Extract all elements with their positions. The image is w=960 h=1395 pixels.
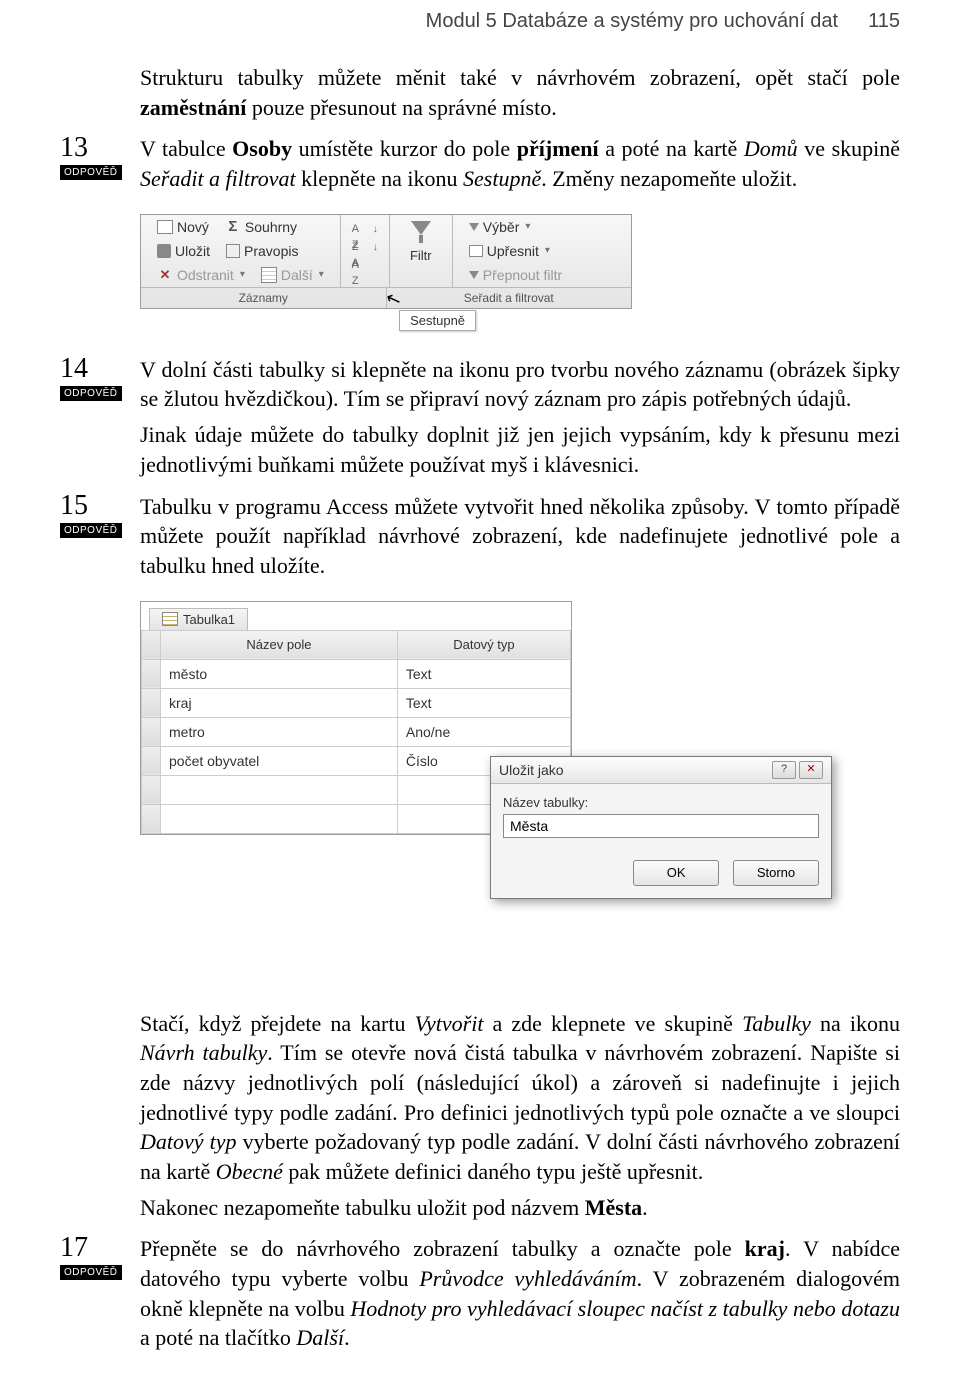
dialog-label: Název tabulky: bbox=[503, 795, 588, 810]
answer-number-15: 15 bbox=[60, 492, 140, 520]
field-name[interactable]: metro bbox=[161, 717, 398, 746]
sort-asc[interactable]: AZ bbox=[343, 221, 387, 237]
answer-17-text: Přepněte se do návrhového zobrazení tabu… bbox=[140, 1234, 900, 1353]
sort-desc-icon: ZA bbox=[347, 239, 363, 255]
table-icon bbox=[162, 612, 178, 626]
field-name[interactable]: město bbox=[161, 659, 398, 688]
field-name[interactable]: počet obyvatel bbox=[161, 746, 398, 775]
answer-tag: ODPOVĚĎ bbox=[60, 523, 122, 538]
ribbon-group-records: Záznamy bbox=[141, 288, 386, 308]
intro-paragraph: Strukturu tabulky můžete měnit také v ná… bbox=[140, 63, 900, 122]
table-row: metro Ano/ne▾ bbox=[142, 717, 571, 746]
refine-icon bbox=[469, 245, 483, 257]
sort-desc[interactable]: ZA bbox=[343, 239, 387, 255]
col-datatype: Datový typ bbox=[397, 630, 570, 659]
row-selector-header bbox=[142, 630, 161, 659]
sort-clear-icon: AZ bbox=[347, 257, 363, 273]
ribbon-delete[interactable]: ✕Odstranit▾ bbox=[149, 265, 253, 285]
funnel-select-icon bbox=[469, 223, 479, 231]
field-type[interactable]: Text▾ bbox=[397, 659, 570, 688]
more-icon bbox=[261, 267, 277, 283]
ribbon-filter[interactable]: Filtr bbox=[390, 215, 452, 287]
cancel-button[interactable]: Storno bbox=[733, 860, 819, 886]
answer-14-p2: Jinak údaje můžete do tabulky doplnit ji… bbox=[140, 420, 900, 479]
ribbon-spell[interactable]: Pravopis bbox=[218, 241, 306, 261]
ribbon-refine[interactable]: Upřesnit▾ bbox=[461, 241, 558, 261]
field-type[interactable]: Ano/ne▾ bbox=[397, 717, 570, 746]
ribbon-figure: Nový ΣSouhrny Uložit Pravopis ✕Odstranit… bbox=[140, 214, 900, 331]
sort-asc-icon: AZ bbox=[347, 221, 363, 237]
after-figure-p2: Nakonec nezapomeňte tabulku uložit pod n… bbox=[140, 1193, 900, 1223]
save-as-dialog: Uložit jako ? ✕ Název tabulky: OK Storno bbox=[490, 756, 832, 899]
ribbon-select[interactable]: Výběr▾ bbox=[461, 217, 539, 237]
answer-tag: ODPOVĚĎ bbox=[60, 165, 122, 180]
table-name-input[interactable] bbox=[503, 814, 819, 838]
answer-15-p1: Tabulku v programu Access můžete vytvoři… bbox=[140, 492, 900, 581]
running-header: Modul 5 Databáze a systémy pro uchování … bbox=[60, 10, 900, 33]
funnel-toggle-icon bbox=[469, 271, 479, 279]
answer-tag: ODPOVĚĎ bbox=[60, 386, 122, 401]
save-icon bbox=[157, 244, 171, 258]
delete-icon: ✕ bbox=[157, 267, 173, 283]
dialog-title: Uložit jako bbox=[499, 762, 564, 778]
col-fieldname: Název pole bbox=[161, 630, 398, 659]
ribbon-group-sortfilter: Seřadit a filtrovat bbox=[386, 288, 632, 308]
arrow-down-icon bbox=[367, 239, 383, 255]
arrow-down-icon bbox=[367, 221, 383, 237]
after-figure-p1: Stačí, když přejdete na kartu Vytvořit a… bbox=[140, 1009, 900, 1187]
funnel-icon bbox=[411, 221, 431, 235]
ribbon-new[interactable]: Nový bbox=[149, 217, 217, 237]
ribbon-save[interactable]: Uložit bbox=[149, 241, 218, 261]
design-tab[interactable]: Tabulka1 bbox=[149, 608, 248, 630]
spellcheck-icon bbox=[226, 244, 240, 258]
sigma-icon: Σ bbox=[225, 219, 241, 235]
answer-13-text: V tabulce Osoby umístěte kurzor do pole … bbox=[140, 134, 900, 193]
field-name[interactable]: kraj bbox=[161, 688, 398, 717]
ribbon-more[interactable]: Další▾ bbox=[253, 265, 332, 285]
ribbon-toggle-filter[interactable]: Přepnout filtr bbox=[461, 265, 570, 285]
help-button[interactable]: ? bbox=[772, 761, 796, 779]
field-type[interactable]: Text▾ bbox=[397, 688, 570, 717]
answer-tag: ODPOVĚĎ bbox=[60, 1265, 122, 1280]
answer-number-14: 14 bbox=[60, 355, 140, 383]
answer-number-17: 17 bbox=[60, 1234, 140, 1262]
sort-clear[interactable]: AZ bbox=[343, 257, 367, 273]
answer-number-13: 13 bbox=[60, 134, 140, 162]
new-icon bbox=[157, 220, 173, 234]
tooltip-sestupne: Sestupně bbox=[399, 310, 476, 331]
ok-button[interactable]: OK bbox=[633, 860, 719, 886]
table-row: město Text▾ bbox=[142, 659, 571, 688]
designview-figure: Tabulka1 Název pole Datový typ město Tex… bbox=[140, 601, 900, 985]
answer-14-p1: V dolní části tabulky si klepněte na iko… bbox=[140, 355, 900, 414]
ribbon-sums[interactable]: ΣSouhrny bbox=[217, 217, 305, 237]
close-button[interactable]: ✕ bbox=[799, 761, 823, 779]
table-row: kraj Text▾ bbox=[142, 688, 571, 717]
